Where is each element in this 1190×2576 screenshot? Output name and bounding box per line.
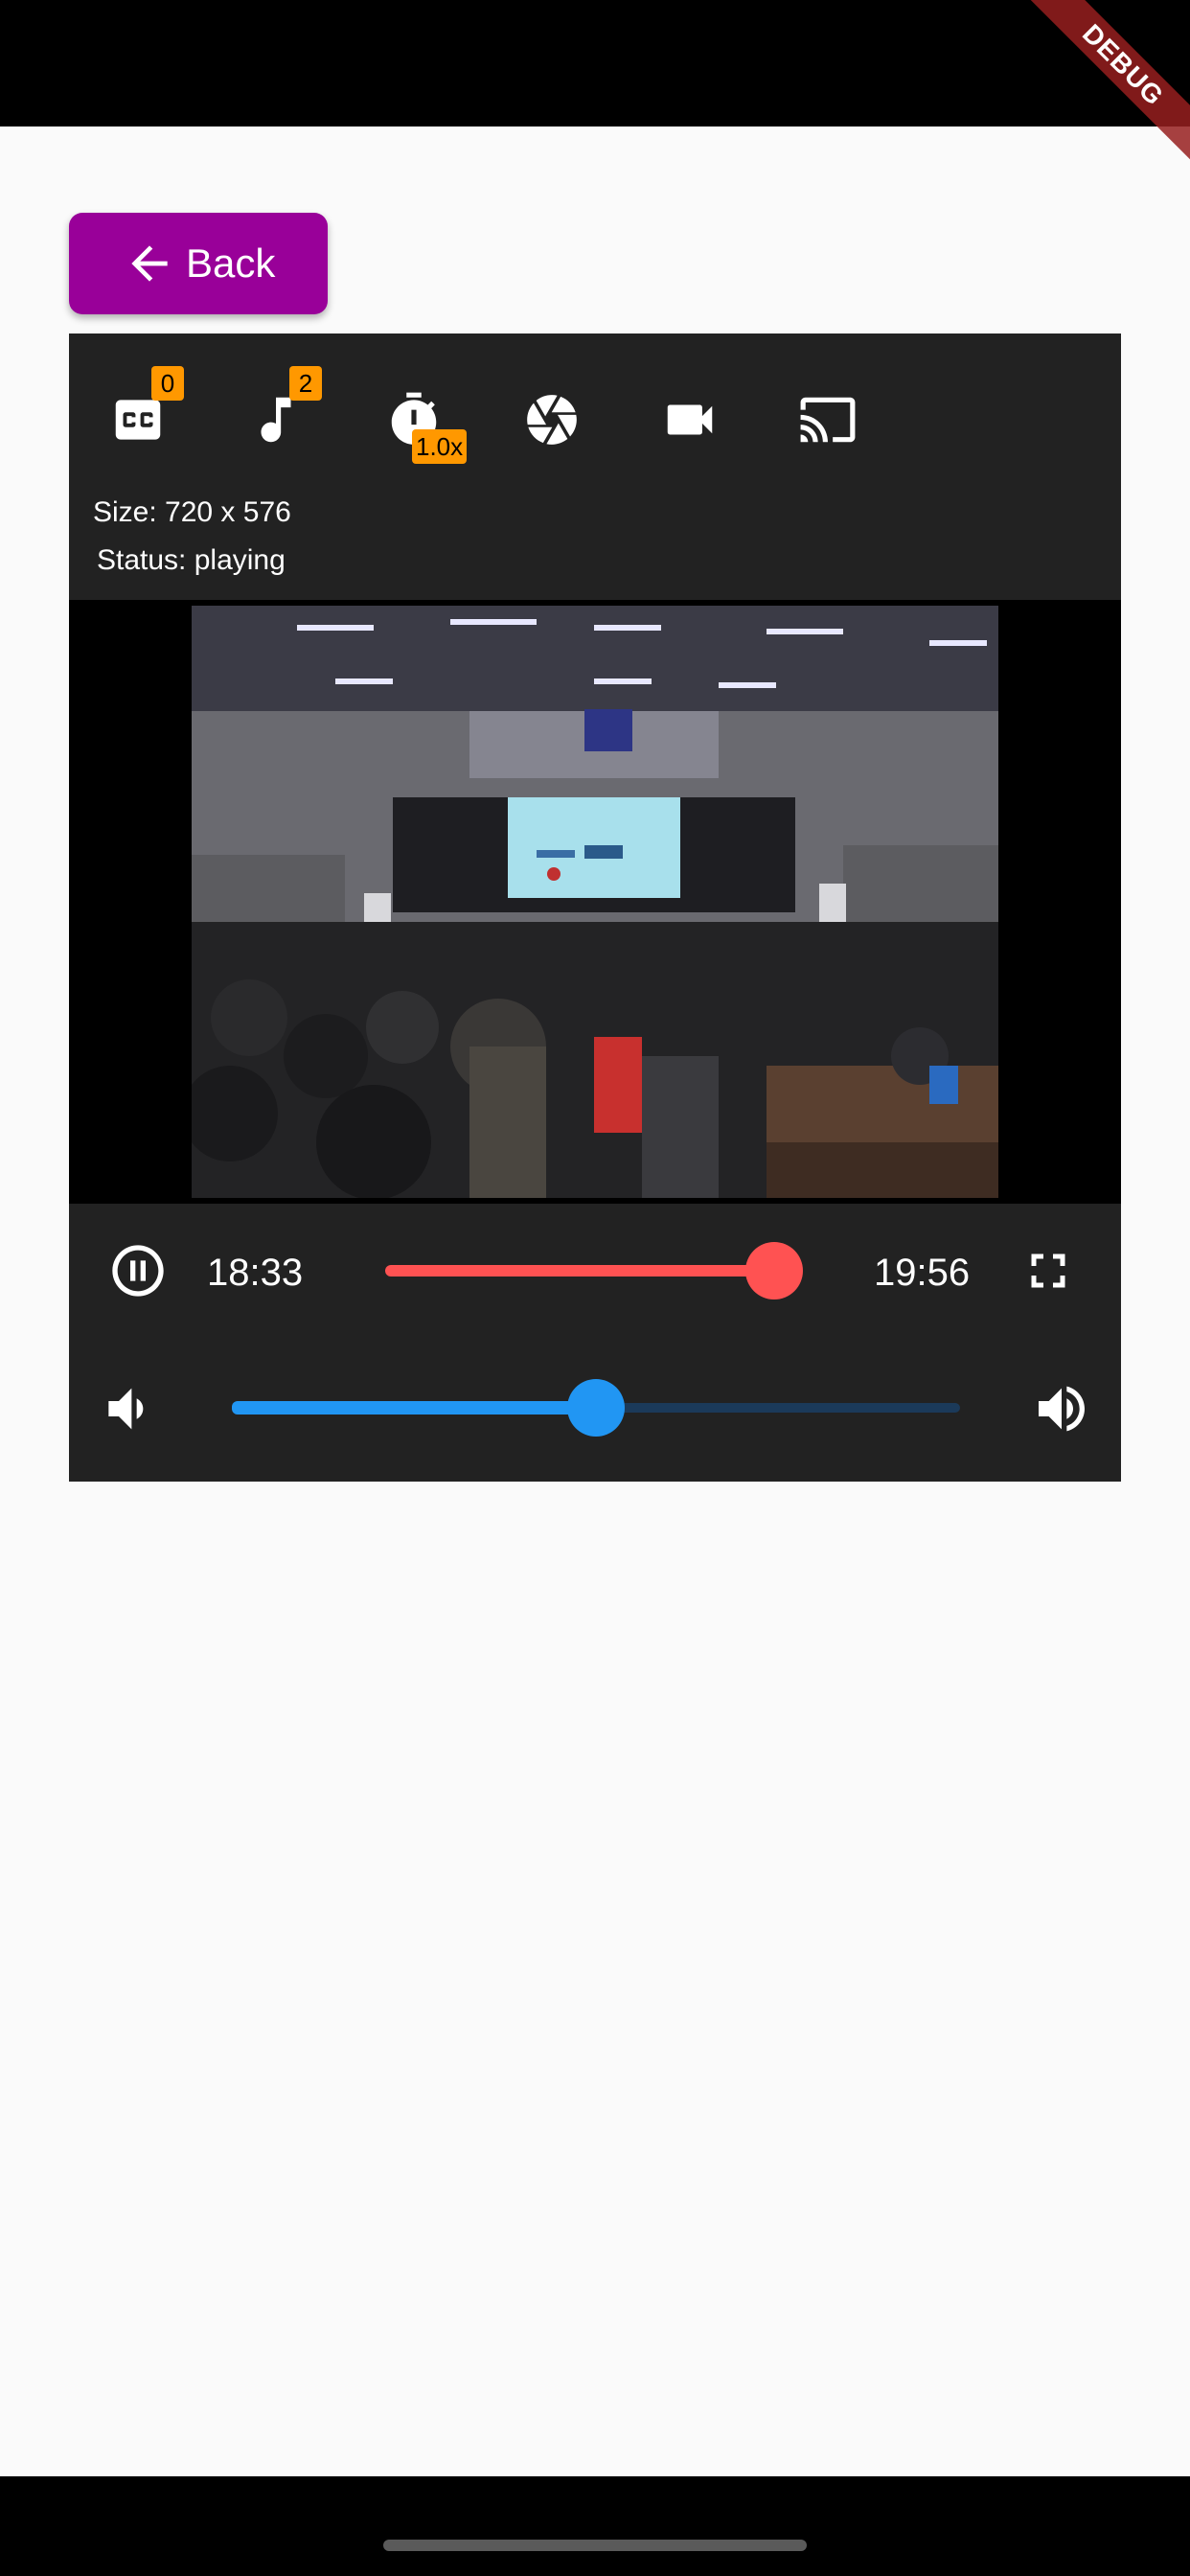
player-toolbar: 0 2 1.0x	[69, 334, 1121, 468]
volume-up-icon[interactable]	[1031, 1378, 1092, 1439]
player-status-text: Status: playing	[97, 544, 286, 576]
arrow-back-icon	[131, 245, 168, 282]
navigation-bar	[0, 2476, 1190, 2576]
duration-text: 19:56	[874, 1252, 971, 1294]
player-controls: 18:33 19:56	[69, 1206, 1121, 1482]
seek-slider-thumb[interactable]	[745, 1242, 803, 1300]
seek-slider-active-track	[385, 1265, 797, 1276]
back-button-label: Back	[186, 241, 276, 286]
playback-speed-button[interactable]: 1.0x	[366, 372, 468, 468]
video-frame-image: FOSDEM	[192, 606, 998, 1198]
volume-slider-thumb[interactable]	[567, 1379, 625, 1437]
snapshot-button[interactable]	[504, 372, 600, 468]
pause-icon[interactable]	[107, 1240, 169, 1301]
videocam-icon	[667, 404, 713, 435]
video-frame: FOSDEM	[192, 606, 998, 1198]
subtitles-button[interactable]: 0	[90, 366, 186, 468]
volume-slider-active-track	[232, 1401, 596, 1414]
playback-speed-badge: 1.0x	[412, 429, 468, 464]
audio-tracks-count-badge: 2	[289, 366, 322, 401]
video-size-text: Size: 720 x 576	[93, 496, 291, 528]
volume-down-icon[interactable]	[96, 1378, 157, 1439]
fullscreen-icon[interactable]	[1019, 1242, 1077, 1300]
camera-shutter-icon	[527, 395, 577, 445]
back-button[interactable]: Back	[69, 213, 328, 314]
video-player: 0 2 1.0x Size: 720 x 576 Status: playing	[69, 334, 1121, 1482]
record-button[interactable]	[642, 372, 738, 468]
audio-tracks-button[interactable]: 2	[228, 366, 324, 468]
video-surface[interactable]: FOSDEM	[69, 600, 1121, 1204]
cast-button[interactable]	[780, 372, 876, 468]
subtitles-count-badge: 0	[151, 366, 184, 401]
cast-icon	[800, 397, 856, 443]
current-position-text: 18:33	[207, 1252, 304, 1294]
status-bar	[0, 0, 1190, 126]
home-indicator[interactable]	[383, 2540, 807, 2551]
